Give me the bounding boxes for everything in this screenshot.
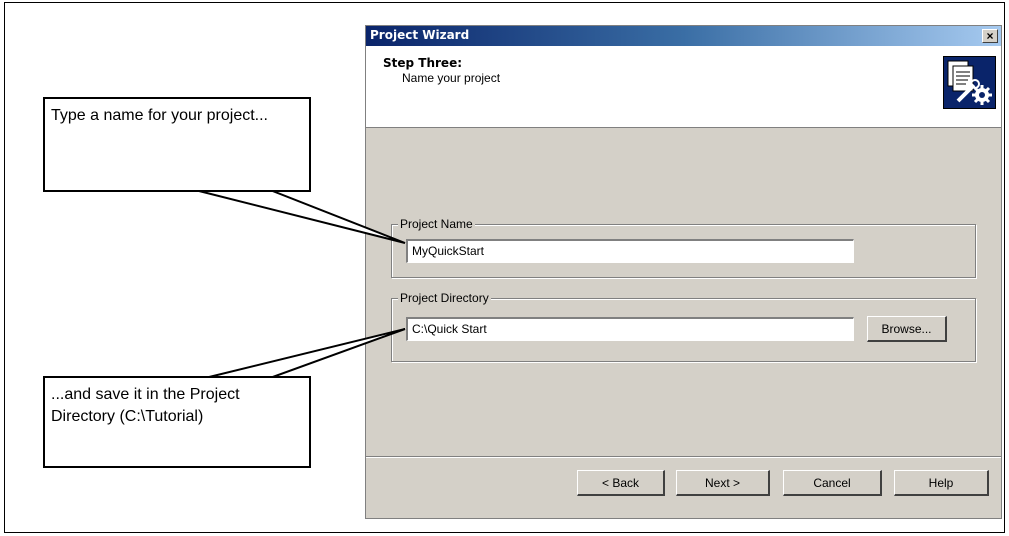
bottom-callout-text: ...and save it in the Project Directory … [51,386,240,425]
top-callout-pointer [194,189,406,244]
bottom-callout: ...and save it in the Project Directory … [43,376,311,468]
top-callout: Type a name for your project... [43,97,311,192]
bottom-callout-pointer [204,328,406,379]
top-callout-text: Type a name for your project... [51,107,268,124]
